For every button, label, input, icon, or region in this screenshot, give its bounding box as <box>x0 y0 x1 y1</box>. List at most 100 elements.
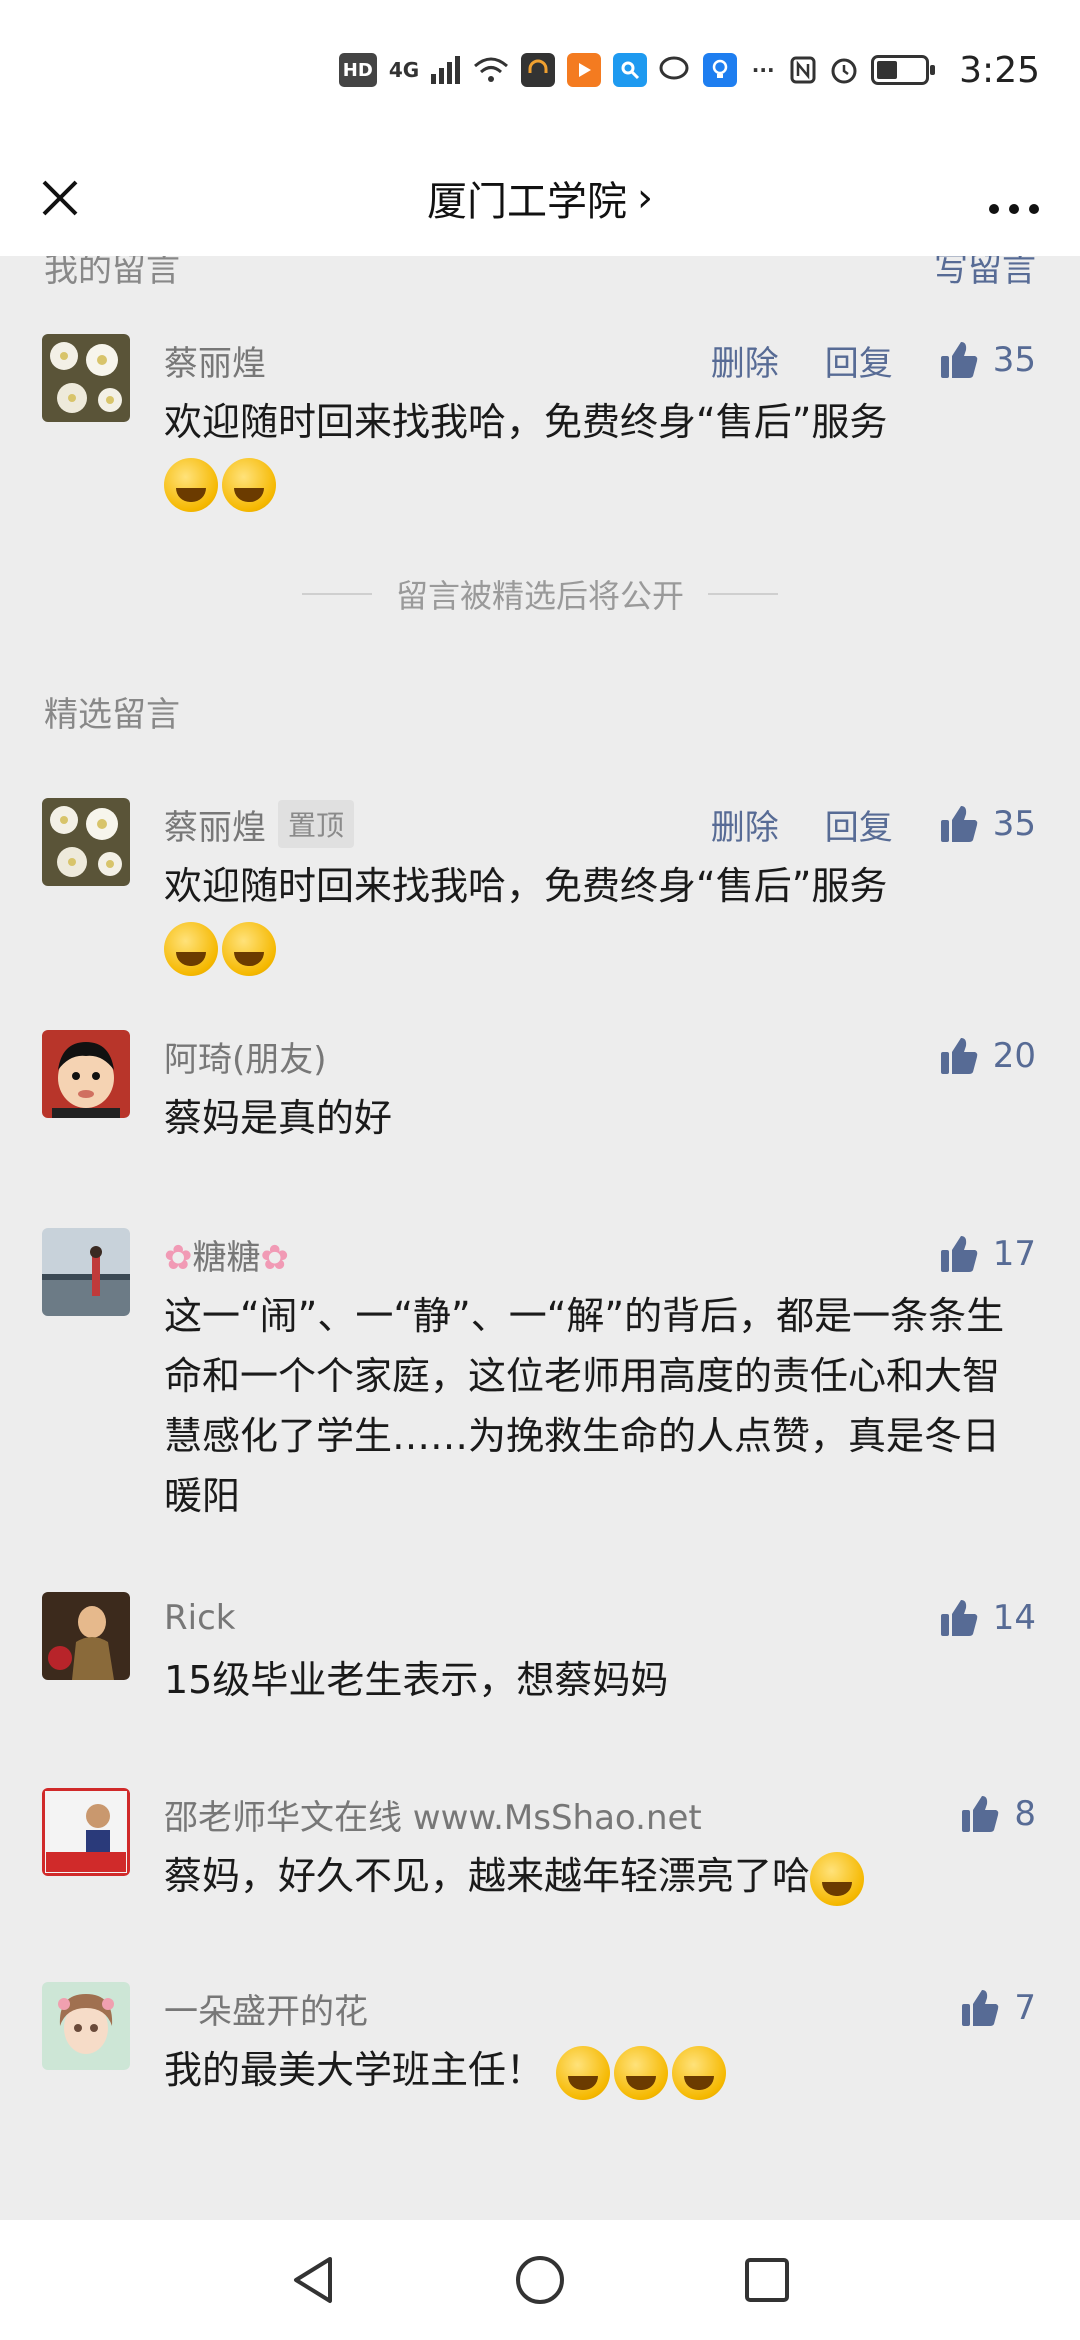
comment-author[interactable]: ✿糖糖✿ <box>164 1230 289 1279</box>
hd-icon: HD <box>338 53 377 87</box>
system-nav-bar <box>0 2220 1080 2340</box>
close-icon[interactable] <box>40 169 100 227</box>
comment-body: 蔡妈，好久不见，越来越年轻漂亮了哈 <box>164 1854 811 1898</box>
avatar[interactable] <box>42 798 130 886</box>
comment-header: 蔡丽煌 置顶 删除 回复 35 <box>164 794 1036 854</box>
selection-note: 留言被精选后将公开 <box>0 564 1080 624</box>
like-button[interactable]: 8 <box>960 1794 1036 1834</box>
like-count: 17 <box>992 1234 1036 1274</box>
avatar[interactable] <box>42 1788 130 1876</box>
featured-comments-header: 精选留言 <box>0 686 1080 736</box>
thumbs-up-icon <box>940 1236 977 1272</box>
like-button[interactable]: 20 <box>939 1036 1036 1076</box>
like-count: 7 <box>1014 1988 1036 2028</box>
comment-header: 一朵盛开的花 7 <box>164 1978 1036 2038</box>
like-count: 35 <box>992 804 1036 844</box>
selection-note-text: 留言被精选后将公开 <box>395 577 684 615</box>
smile-emoji-icon <box>614 2045 669 2100</box>
status-icons: HD 4G ··· <box>338 53 936 87</box>
more-icon[interactable] <box>980 169 1040 227</box>
grin-emoji-icon <box>222 921 276 976</box>
like-button[interactable]: 35 <box>939 340 1036 380</box>
chat-icon <box>659 53 691 87</box>
reply-button[interactable]: 回复 <box>825 336 893 385</box>
status-bar: HD 4G ··· 3:25 <box>0 0 1080 140</box>
comment-body: 15级毕业老生表示，想蔡妈妈 <box>164 1658 669 1702</box>
like-count: 14 <box>992 1598 1036 1638</box>
comment-actions: 7 <box>960 1988 1036 2028</box>
avatar[interactable] <box>42 1228 130 1316</box>
search-app-icon <box>613 53 648 87</box>
thumbs-up-icon <box>962 1990 999 2026</box>
comment-body: 蔡妈是真的好 <box>164 1096 393 1140</box>
list-item: 蔡丽煌 置顶 删除 回复 35 欢迎随时回来找我哈，免费终身“售后”服务 <box>0 794 1080 976</box>
comment-body: 这一“闹”、一“静”、一“解”的背后，都是一条条生命和一个个家庭，这位老师用高度… <box>164 1294 1005 1518</box>
signal-icon <box>431 53 461 87</box>
write-comment-link[interactable]: 写留言 <box>934 256 1036 291</box>
comment-actions: 20 <box>939 1036 1036 1076</box>
cherry-blossom-icon: ✿ <box>164 1237 193 1278</box>
comment-author[interactable]: 邵老师华文在线 www.MsShao.net <box>164 1790 702 1839</box>
avatar[interactable] <box>42 1030 130 1118</box>
comment-actions: 14 <box>939 1598 1036 1638</box>
avatar[interactable] <box>42 1982 130 2070</box>
like-count: 35 <box>992 340 1036 380</box>
thumbs-up-icon <box>962 1796 999 1832</box>
delete-button[interactable]: 删除 <box>711 336 779 385</box>
my-comments-header: 我的留言 写留言 <box>0 256 1080 290</box>
list-item: 一朵盛开的花 7 我的最美大学班主任！ <box>0 1978 1080 2100</box>
smile-emoji-icon <box>672 2045 727 2100</box>
comment-author[interactable]: 阿琦(朋友) <box>164 1032 327 1081</box>
featured-comments-title: 精选留言 <box>44 694 180 735</box>
comment-text: 我的最美大学班主任！ <box>164 2040 1036 2100</box>
back-icon[interactable] <box>283 2250 343 2310</box>
wink-tongue-emoji-icon <box>164 457 218 512</box>
my-comment: 蔡丽煌 删除 回复 35 欢迎随时回来找我哈，免费终身“售后”服务 <box>0 330 1080 512</box>
thumbs-up-icon <box>940 806 977 842</box>
pinned-badge: 置顶 <box>278 800 355 848</box>
comment-text: 欢迎随时回来找我哈，免费终身“售后”服务 <box>164 392 1036 512</box>
comment-header: ✿糖糖✿ 17 <box>164 1224 1036 1284</box>
status-time: 3:25 <box>959 49 1040 91</box>
comment-actions: 删除 回复 35 <box>711 800 1036 849</box>
app-root: HD 4G ··· 3:25 厦门工学院 › 我的留言 写留言 蔡丽煌 删除 回… <box>0 0 1080 2340</box>
like-button[interactable]: 35 <box>939 804 1036 844</box>
wink-tongue-emoji-icon <box>164 921 218 976</box>
delete-button[interactable]: 删除 <box>711 800 779 849</box>
avatar[interactable] <box>42 334 130 422</box>
comment-actions: 删除 回复 35 <box>711 336 1036 385</box>
recent-apps-icon[interactable] <box>737 2250 797 2310</box>
thumbs-up-icon <box>940 1600 977 1636</box>
list-item: ✿糖糖✿ 17 这一“闹”、一“静”、一“解”的背后，都是一条条生命和一个个家庭… <box>0 1224 1080 1526</box>
comment-author[interactable]: 蔡丽煌 <box>164 800 266 849</box>
nfc-icon <box>789 53 817 87</box>
avatar[interactable] <box>42 1592 130 1680</box>
like-button[interactable]: 14 <box>939 1598 1036 1638</box>
page-title[interactable]: 厦门工学院 › <box>427 169 653 227</box>
like-count: 20 <box>992 1036 1036 1076</box>
home-icon[interactable] <box>510 2250 570 2310</box>
like-count: 8 <box>1014 1794 1036 1834</box>
comment-author[interactable]: 蔡丽煌 <box>164 336 266 385</box>
thumbs-up-icon <box>940 1038 977 1074</box>
comment-author[interactable]: Rick <box>164 1598 235 1638</box>
comment-header: Rick 14 <box>164 1588 1036 1648</box>
comment-body: 欢迎随时回来找我哈，免费终身“售后”服务 <box>164 864 888 908</box>
like-button[interactable]: 7 <box>960 1988 1036 2028</box>
nav-bar: 厦门工学院 › <box>0 140 1080 256</box>
comment-text: 蔡妈，好久不见，越来越年轻漂亮了哈 <box>164 1846 1036 1906</box>
grin-emoji-icon <box>810 1851 865 1906</box>
comment-author[interactable]: 一朵盛开的花 <box>164 1984 368 2033</box>
wifi-icon <box>473 53 509 87</box>
chevron-right-icon: › <box>637 175 653 221</box>
list-item: 邵老师华文在线 www.MsShao.net 8 蔡妈，好久不见，越来越年轻漂亮… <box>0 1784 1080 1906</box>
more-status-icon: ··· <box>751 58 775 82</box>
reply-button[interactable]: 回复 <box>825 800 893 849</box>
page-title-text: 厦门工学院 <box>427 179 627 225</box>
comment-body: 我的最美大学班主任！ <box>164 2048 545 2092</box>
like-button[interactable]: 17 <box>939 1234 1036 1274</box>
comment-header: 阿琦(朋友) 20 <box>164 1026 1036 1086</box>
comments-page[interactable]: 我的留言 写留言 蔡丽煌 删除 回复 35 欢迎随时回来找我哈，免费终身“售后”… <box>0 256 1080 2220</box>
battery-icon <box>871 55 936 85</box>
comment-author-name: 糖糖 <box>192 1237 261 1278</box>
